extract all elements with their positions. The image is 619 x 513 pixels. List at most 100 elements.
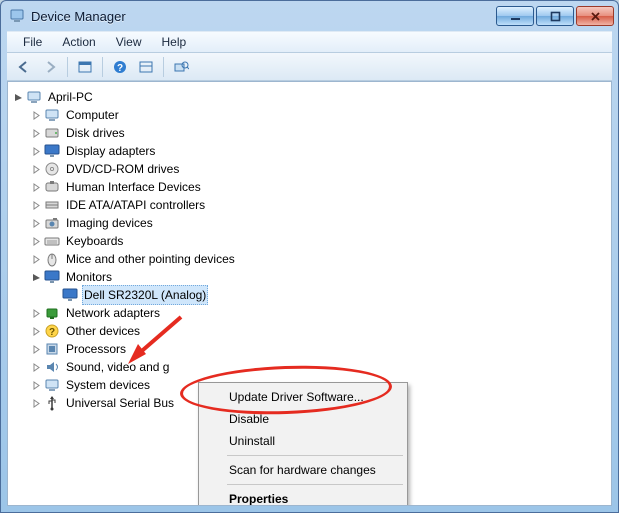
ctx-properties[interactable]: Properties: [201, 488, 405, 506]
tree-label: IDE ATA/ATAPI controllers: [64, 196, 207, 214]
tree-item[interactable]: Sound, video and g: [12, 358, 607, 376]
device-icon: [44, 233, 60, 249]
tree-item[interactable]: ? Other devices: [12, 322, 607, 340]
expand-icon[interactable]: [30, 217, 42, 229]
toolbar-separator: [163, 57, 164, 77]
tree-item[interactable]: Imaging devices: [12, 214, 607, 232]
tree-item[interactable]: Human Interface Devices: [12, 178, 607, 196]
device-icon: [44, 395, 60, 411]
menu-help[interactable]: Help: [152, 33, 197, 51]
menubar: File Action View Help: [7, 31, 612, 53]
device-icon: [44, 179, 60, 195]
scan-button[interactable]: [169, 55, 193, 79]
close-button[interactable]: [576, 6, 614, 26]
tree-label: Sound, video and g: [64, 358, 171, 376]
tree-label: Monitors: [64, 268, 114, 286]
tree-item-monitors[interactable]: Monitors: [12, 268, 607, 286]
device-icon: [44, 359, 60, 375]
device-icon: [44, 377, 60, 393]
context-menu: Update Driver Software... Disable Uninst…: [198, 382, 408, 506]
device-icon: [44, 305, 60, 321]
monitor-icon: [44, 269, 60, 285]
tree-label: Mice and other pointing devices: [64, 250, 237, 268]
menu-action[interactable]: Action: [52, 33, 105, 51]
tree-item[interactable]: Computer: [12, 106, 607, 124]
menu-view[interactable]: View: [106, 33, 152, 51]
device-icon: [44, 215, 60, 231]
maximize-button[interactable]: [536, 6, 574, 26]
expand-icon[interactable]: [30, 235, 42, 247]
tree-label: Display adapters: [64, 142, 157, 160]
tree-label: Other devices: [64, 322, 142, 340]
device-icon: [44, 161, 60, 177]
window-buttons: [494, 6, 614, 26]
device-tree[interactable]: April-PC ComputerDisk drivesDisplay adap…: [8, 82, 611, 418]
expand-icon[interactable]: [30, 361, 42, 373]
device-manager-window: Device Manager File Action View Help ? A…: [0, 0, 619, 513]
collapse-icon[interactable]: [12, 91, 24, 103]
tree-item[interactable]: Keyboards: [12, 232, 607, 250]
menu-file[interactable]: File: [13, 33, 52, 51]
expand-icon[interactable]: [30, 109, 42, 121]
forward-button[interactable]: [38, 55, 62, 79]
help-button[interactable]: ?: [108, 55, 132, 79]
expand-icon[interactable]: [30, 199, 42, 211]
expand-icon[interactable]: [30, 253, 42, 265]
svg-text:?: ?: [49, 327, 55, 338]
tree-root[interactable]: April-PC: [12, 88, 607, 106]
expand-icon[interactable]: [30, 145, 42, 157]
tree-item[interactable]: Display adapters: [12, 142, 607, 160]
svg-text:?: ?: [117, 63, 123, 74]
expand-icon[interactable]: [30, 343, 42, 355]
device-icon: ?: [44, 323, 60, 339]
collapse-icon[interactable]: [30, 271, 42, 283]
ctx-scan[interactable]: Scan for hardware changes: [201, 459, 405, 481]
expand-icon[interactable]: [30, 163, 42, 175]
titlebar: Device Manager: [1, 1, 618, 31]
device-icon: [44, 197, 60, 213]
toolbar-separator: [67, 57, 68, 77]
client-area: April-PC ComputerDisk drivesDisplay adap…: [7, 81, 612, 506]
expand-icon[interactable]: [30, 397, 42, 409]
tree-label: Universal Serial Bus: [64, 394, 176, 412]
expand-icon[interactable]: [30, 307, 42, 319]
ctx-update-driver[interactable]: Update Driver Software...: [201, 386, 405, 408]
tree-label: Human Interface Devices: [64, 178, 203, 196]
tree-item[interactable]: Network adapters: [12, 304, 607, 322]
tree-label: Keyboards: [64, 232, 125, 250]
expand-icon[interactable]: [30, 325, 42, 337]
device-icon: [44, 143, 60, 159]
tree-item[interactable]: DVD/CD-ROM drives: [12, 160, 607, 178]
tree-item[interactable]: Disk drives: [12, 124, 607, 142]
device-icon: [44, 107, 60, 123]
device-icon: [44, 125, 60, 141]
tree-label: System devices: [64, 376, 152, 394]
tree-item[interactable]: IDE ATA/ATAPI controllers: [12, 196, 607, 214]
show-hidden-button[interactable]: [73, 55, 97, 79]
window-title: Device Manager: [31, 9, 494, 24]
tree-label: April-PC: [46, 88, 95, 106]
ctx-uninstall[interactable]: Uninstall: [201, 430, 405, 452]
app-icon: [9, 8, 25, 24]
device-icon: [44, 341, 60, 357]
tree-item-monitor-device[interactable]: Dell SR2320L (Analog): [12, 286, 607, 304]
minimize-button[interactable]: [496, 6, 534, 26]
tree-item[interactable]: Mice and other pointing devices: [12, 250, 607, 268]
tree-label: Computer: [64, 106, 121, 124]
expand-icon[interactable]: [30, 379, 42, 391]
computer-icon: [26, 89, 42, 105]
tree-label: DVD/CD-ROM drives: [64, 160, 181, 178]
expand-icon[interactable]: [30, 181, 42, 193]
ctx-disable[interactable]: Disable: [201, 408, 405, 430]
tree-label: Network adapters: [64, 304, 162, 322]
tree-label: Processors: [64, 340, 128, 358]
properties-button[interactable]: [134, 55, 158, 79]
tree-item[interactable]: Processors: [12, 340, 607, 358]
toolbar: ?: [7, 53, 612, 81]
tree-label: Dell SR2320L (Analog): [82, 285, 208, 305]
toolbar-separator: [102, 57, 103, 77]
expand-icon[interactable]: [30, 127, 42, 139]
back-button[interactable]: [12, 55, 36, 79]
tree-label: Disk drives: [64, 124, 127, 142]
ctx-separator: [227, 484, 403, 485]
